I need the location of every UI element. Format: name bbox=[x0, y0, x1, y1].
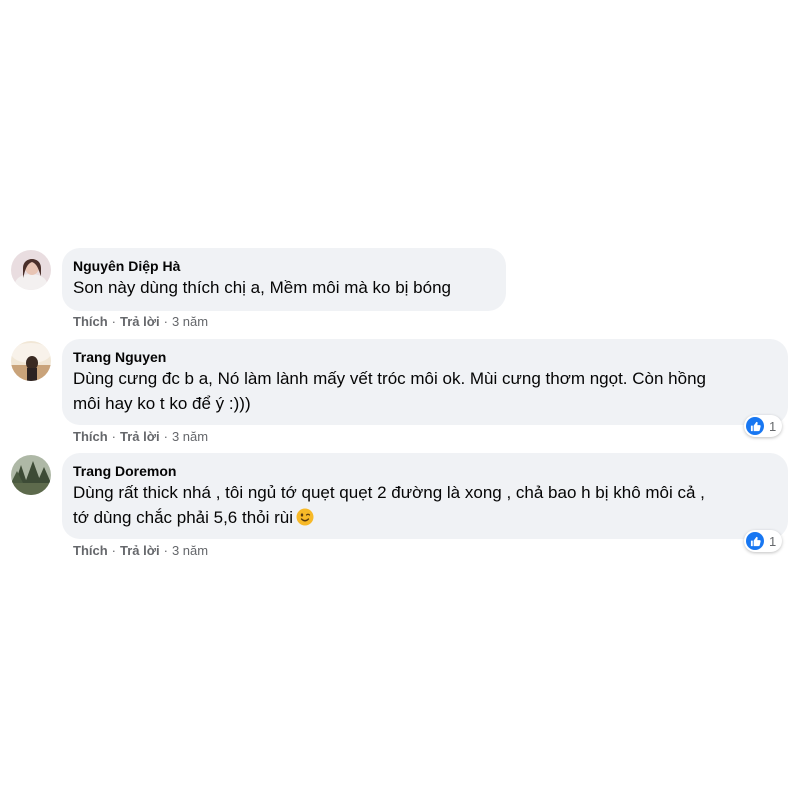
wink-face-icon bbox=[296, 508, 314, 526]
reply-link[interactable]: Trả lời bbox=[120, 314, 160, 329]
comment-text-line: Son này dùng thích chị a, Mềm môi mà ko … bbox=[73, 278, 451, 297]
comment-text: Son này dùng thích chị a, Mềm môi mà ko … bbox=[73, 275, 494, 300]
avatar[interactable] bbox=[11, 250, 51, 290]
like-icon bbox=[746, 532, 764, 550]
avatar[interactable] bbox=[11, 341, 51, 381]
comment-time[interactable]: 3 năm bbox=[172, 429, 208, 444]
comment-author[interactable]: Trang Nguyen bbox=[73, 348, 776, 366]
comment-bubble: Trang Nguyen Dùng cưng đc b a, Nó làm là… bbox=[62, 339, 788, 425]
comment-bubble: Nguyên Diệp Hà Son này dùng thích chị a,… bbox=[62, 248, 506, 311]
comment-time[interactable]: 3 năm bbox=[172, 543, 208, 558]
comment-text-line: tớ dùng chắc phải 5,6 thỏi rùi bbox=[73, 505, 776, 530]
comment-text: Dùng cưng đc b a, Nó làm lành mấy vết tr… bbox=[73, 366, 776, 416]
like-icon bbox=[746, 417, 764, 435]
comment-text-line: môi hay ko t ko để ý :))) bbox=[73, 394, 251, 413]
like-link[interactable]: Thích bbox=[73, 543, 108, 558]
comment-actions: Thích · Trả lời · 3 năm bbox=[73, 543, 209, 558]
like-link[interactable]: Thích bbox=[73, 314, 108, 329]
reply-link[interactable]: Trả lời bbox=[120, 429, 160, 444]
comment-time[interactable]: 3 năm bbox=[172, 314, 208, 329]
like-link[interactable]: Thích bbox=[73, 429, 108, 444]
comment-text: Dùng rất thick nhá , tôi ngủ tớ quẹt quẹ… bbox=[73, 480, 776, 530]
comment-actions: Thích · Trả lời · 3 năm bbox=[73, 429, 209, 444]
reaction-count: 1 bbox=[769, 533, 777, 549]
reaction-badge[interactable]: 1 bbox=[744, 415, 783, 437]
comment-author[interactable]: Trang Doremon bbox=[73, 462, 776, 480]
avatar[interactable] bbox=[11, 455, 51, 495]
comment-actions: Thích · Trả lời · 3 năm bbox=[73, 314, 209, 329]
comment-bubble: Trang Doremon Dùng rất thick nhá , tôi n… bbox=[62, 453, 788, 539]
comment-text-line: Dùng cưng đc b a, Nó làm lành mấy vết tr… bbox=[73, 369, 706, 388]
comment-author[interactable]: Nguyên Diệp Hà bbox=[73, 257, 494, 275]
reaction-count: 1 bbox=[769, 418, 777, 434]
comment-text-line: Dùng rất thick nhá , tôi ngủ tớ quẹt quẹ… bbox=[73, 483, 705, 502]
comment-text-segment: tớ dùng chắc phải 5,6 thỏi rùi bbox=[73, 508, 294, 527]
reaction-badge[interactable]: 1 bbox=[744, 530, 783, 552]
reply-link[interactable]: Trả lời bbox=[120, 543, 160, 558]
